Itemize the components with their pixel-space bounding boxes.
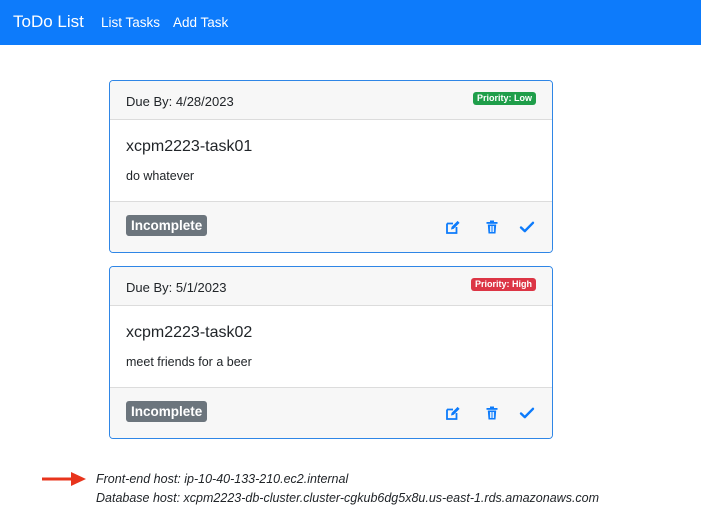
- task-card: Due By: 5/1/2023 Priority: High xcpm2223…: [109, 266, 553, 439]
- trash-icon[interactable]: [484, 405, 500, 421]
- nav-add-task[interactable]: Add Task: [173, 15, 228, 30]
- status-badge: Incomplete: [126, 215, 208, 236]
- due-date: Due By: 5/1/2023: [126, 280, 227, 295]
- task-title: xcpm2223-task02: [126, 324, 253, 341]
- task-card-header: Due By: 5/1/2023 Priority: High: [110, 267, 552, 306]
- task-title: xcpm2223-task01: [126, 138, 253, 155]
- task-description: do whatever: [126, 169, 195, 183]
- check-icon[interactable]: [519, 405, 535, 421]
- priority-badge: Priority: High: [470, 278, 536, 291]
- edit-icon[interactable]: [445, 219, 461, 235]
- task-card-footer: Incomplete: [110, 201, 552, 252]
- check-icon[interactable]: [519, 219, 535, 235]
- edit-icon[interactable]: [445, 405, 461, 421]
- frontend-host-text: Front-end host: ip-10-40-133-210.ec2.int…: [96, 472, 349, 486]
- top-navbar: ToDo List List Tasks Add Task: [0, 0, 701, 45]
- status-badge: Incomplete: [126, 401, 208, 422]
- task-card: Due By: 4/28/2023 Priority: Low xcpm2223…: [109, 80, 553, 253]
- trash-icon[interactable]: [484, 219, 500, 235]
- nav-list-tasks[interactable]: List Tasks: [101, 15, 160, 30]
- brand-link[interactable]: ToDo List: [13, 12, 84, 32]
- red-arrow-icon: [42, 472, 86, 486]
- task-description: meet friends for a beer: [126, 355, 252, 369]
- priority-badge: Priority: Low: [472, 92, 536, 105]
- task-card-footer: Incomplete: [110, 387, 552, 438]
- database-host-text: Database host: xcpm2223-db-cluster.clust…: [96, 491, 600, 505]
- task-card-header: Due By: 4/28/2023 Priority: Low: [110, 81, 552, 120]
- due-date: Due By: 4/28/2023: [126, 94, 234, 109]
